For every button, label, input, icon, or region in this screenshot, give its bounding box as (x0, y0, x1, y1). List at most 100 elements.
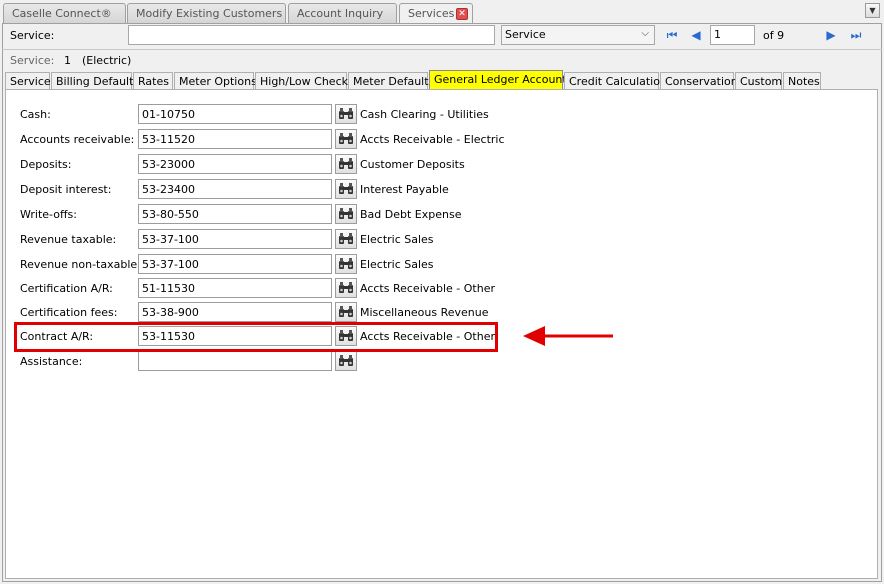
gl-account-input[interactable]: 51-11530 (138, 278, 332, 298)
binoculars-lookup-icon[interactable] (335, 254, 357, 274)
gl-row-revenue-taxable: Revenue taxable: 53-37-100 Electric Sales (6, 229, 879, 249)
previous-record-icon[interactable]: ◀ (688, 27, 704, 43)
gl-row-deposits: Deposits: 53-23000 Customer Deposits (6, 154, 879, 174)
general-ledger-panel: Cash: 01-10750 Cash Clearing - Utilities Ac… (5, 89, 878, 579)
tab-label: Caselle Connect® (12, 7, 112, 20)
gl-account-description: Accts Receivable - Other (360, 282, 496, 295)
document-tab-strip: Caselle Connect® Modify Existing Custome… (0, 0, 884, 25)
tab-label: Service (10, 75, 51, 88)
binoculars-lookup-icon[interactable] (335, 129, 357, 149)
gl-account-description: Accts Receivable - Electric (360, 133, 505, 146)
tab-rates[interactable]: Rates (133, 72, 173, 90)
tab-conservation[interactable]: Conservation (660, 72, 738, 90)
tab-label: General Ledger Accounts (434, 73, 573, 86)
gl-label: Cash: (20, 108, 51, 121)
gl-account-input[interactable]: 01-10750 (138, 104, 332, 124)
gl-label: Deposits: (20, 158, 72, 171)
gl-row-certification-a-r: Certification A/R: 51-11530 Accts Receivab… (6, 278, 879, 298)
gl-row-certification-fees: Certification fees: 53-38-900 Miscellaneou… (6, 302, 879, 322)
gl-label: Certification A/R: (20, 282, 113, 295)
gl-account-description: Interest Payable (360, 183, 449, 196)
binoculars-lookup-icon[interactable] (335, 302, 357, 322)
tab-label: Notes (788, 75, 820, 88)
tab-label: Account Inquiry (297, 7, 384, 20)
binoculars-lookup-icon[interactable] (335, 351, 357, 371)
gl-account-description: Customer Deposits (360, 158, 465, 171)
page-count: of 9 (763, 29, 785, 42)
gl-row-assistance: Assistance: (6, 351, 879, 371)
chevron-down-icon: ⌵ (641, 28, 649, 39)
last-record-icon[interactable]: ⏭ (848, 27, 864, 43)
gl-label: Write-offs: (20, 208, 77, 221)
tab-label: Billing Defaults (56, 75, 140, 88)
gl-row-cash: Cash: 01-10750 Cash Clearing - Utilities (6, 104, 879, 124)
tab-label: Meter Options (179, 75, 257, 88)
gl-label: Revenue non-taxable: (20, 258, 141, 271)
annotation-highlight-box (14, 322, 498, 352)
tab-services[interactable]: Services ✕ (399, 3, 473, 25)
gl-label: Accounts receivable: (20, 133, 135, 146)
next-record-icon[interactable]: ▶ (823, 27, 839, 43)
gl-account-description: Cash Clearing - Utilities (360, 108, 489, 121)
binoculars-lookup-icon[interactable] (335, 229, 357, 249)
service-select[interactable]: Service ⌵ (501, 25, 655, 45)
tab-label: Custom (740, 75, 783, 88)
gl-account-description: Electric Sales (360, 233, 434, 246)
first-record-icon[interactable]: ⏮ (664, 27, 680, 43)
binoculars-lookup-icon[interactable] (335, 278, 357, 298)
service-label: Service: (10, 29, 55, 42)
service-info-label: Service: (10, 54, 55, 67)
tab-account-inquiry[interactable]: Account Inquiry (288, 3, 397, 24)
service-number: 1 (64, 54, 71, 67)
tab-label: High/Low Checks (260, 75, 354, 88)
service-select-value: Service (505, 28, 546, 41)
gl-row-revenue-non-taxable: Revenue non-taxable: 53-37-100 Electric Sa… (6, 254, 879, 274)
tab-label: Conservation (665, 75, 738, 88)
gl-label: Assistance: (20, 355, 83, 368)
tab-high-low-checks[interactable]: High/Low Checks (255, 72, 354, 90)
tab-meter-options[interactable]: Meter Options (174, 72, 257, 90)
gl-account-input[interactable]: 53-37-100 (138, 229, 332, 249)
gl-row-accounts-receivable: Accounts receivable: 53-11520 Accts Receiv… (6, 129, 879, 149)
tab-label: Services (408, 7, 455, 20)
gl-account-description: Miscellaneous Revenue (360, 306, 489, 319)
page-number-input[interactable]: 1 (710, 25, 755, 45)
tab-notes[interactable]: Notes (783, 72, 821, 90)
close-icon[interactable]: ✕ (456, 8, 468, 20)
gl-row-deposit-interest: Deposit interest: 53-23400 Interest Payabl… (6, 179, 879, 199)
binoculars-lookup-icon[interactable] (335, 104, 357, 124)
tab-caselle-connect[interactable]: Caselle Connect® (3, 3, 126, 24)
tab-custom[interactable]: Custom (735, 72, 782, 90)
tab-modify-existing-customers[interactable]: Modify Existing Customers (127, 3, 286, 24)
chevron-down-icon[interactable]: ▼ (865, 3, 880, 18)
service-name: (Electric) (82, 54, 132, 67)
gl-label: Revenue taxable: (20, 233, 117, 246)
binoculars-lookup-icon[interactable] (335, 204, 357, 224)
gl-account-input[interactable]: 53-80-550 (138, 204, 332, 224)
tab-meter-defaults[interactable]: Meter Defaults (348, 72, 434, 90)
tab-general-ledger-accounts[interactable]: General Ledger Accounts (429, 70, 572, 90)
tab-label: Modify Existing Customers (136, 7, 283, 20)
service-search-input[interactable] (128, 25, 495, 45)
gl-account-input[interactable]: 53-38-900 (138, 302, 332, 322)
tab-label: Credit Calculation (569, 75, 667, 88)
gl-account-input[interactable]: 53-11520 (138, 129, 332, 149)
gl-row-write-offs: Write-offs: 53-80-550 Bad Debt Expense (6, 204, 879, 224)
gl-account-description: Bad Debt Expense (360, 208, 462, 221)
gl-account-input[interactable]: 53-23000 (138, 154, 332, 174)
tab-label: Meter Defaults (353, 75, 435, 88)
divider (2, 49, 882, 50)
tab-service[interactable]: Service (5, 72, 51, 90)
binoculars-lookup-icon[interactable] (335, 179, 357, 199)
gl-account-input[interactable]: 53-23400 (138, 179, 332, 199)
gl-account-description: Electric Sales (360, 258, 434, 271)
gl-label: Certification fees: (20, 306, 118, 319)
tab-billing-defaults[interactable]: Billing Defaults (51, 72, 139, 90)
annotation-arrow-icon (523, 326, 613, 346)
tab-credit-calculation[interactable]: Credit Calculation (564, 72, 667, 90)
tab-label: Rates (138, 75, 169, 88)
binoculars-lookup-icon[interactable] (335, 154, 357, 174)
gl-account-input[interactable]: 53-37-100 (138, 254, 332, 274)
gl-account-input[interactable] (138, 351, 332, 371)
gl-label: Deposit interest: (20, 183, 112, 196)
